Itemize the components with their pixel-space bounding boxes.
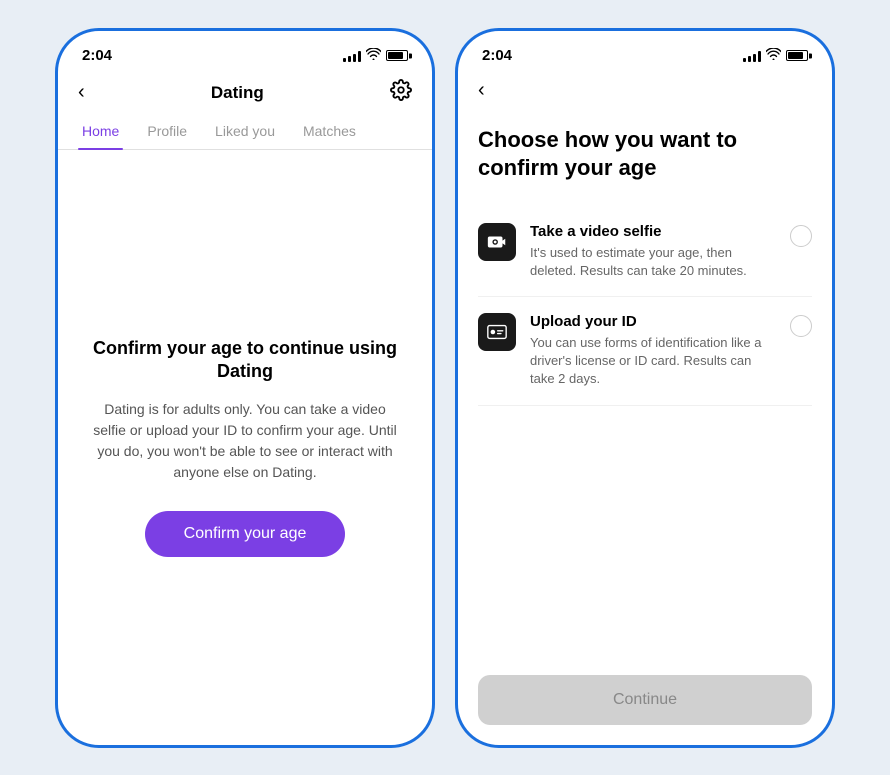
tabs-bar: Home Profile Liked you Matches	[58, 115, 432, 150]
settings-button[interactable]	[390, 79, 412, 107]
phone2-header: ‹	[458, 75, 832, 110]
upload-id-icon	[478, 313, 516, 351]
status-bar-2: 2:04	[458, 31, 832, 75]
choose-method-title: Choose how you want to confirm your age	[478, 126, 812, 183]
dating-header: ‹ Dating	[58, 75, 432, 115]
battery-icon-1	[386, 50, 408, 61]
phone-2: 2:04	[455, 28, 835, 748]
upload-id-text: Upload your ID You can use forms of iden…	[530, 313, 776, 389]
phone2-main-content: Choose how you want to confirm your age …	[458, 110, 832, 745]
phone1-main-content: Confirm your age to continue using Datin…	[58, 150, 432, 745]
status-bar-1: 2:04	[58, 31, 432, 75]
option-video-selfie[interactable]: Take a video selfie It's used to estimat…	[478, 207, 812, 297]
radio-upload-id[interactable]	[790, 315, 812, 337]
status-icons-1	[343, 48, 408, 63]
signal-icon-2	[743, 50, 761, 62]
tab-matches[interactable]: Matches	[299, 115, 360, 149]
page-title-1: Dating	[211, 83, 264, 103]
confirm-age-button[interactable]: Confirm your age	[145, 511, 345, 557]
phones-container: 2:04	[55, 28, 835, 748]
option-upload-id[interactable]: Upload your ID You can use forms of iden…	[478, 297, 812, 406]
upload-id-title: Upload your ID	[530, 313, 776, 330]
tab-profile[interactable]: Profile	[143, 115, 191, 149]
continue-button[interactable]: Continue	[478, 675, 812, 725]
tab-home[interactable]: Home	[78, 115, 123, 149]
video-selfie-text: Take a video selfie It's used to estimat…	[530, 223, 776, 280]
video-selfie-icon	[478, 223, 516, 261]
status-icons-2	[743, 48, 808, 63]
age-confirm-description: Dating is for adults only. You can take …	[88, 399, 402, 483]
age-confirm-title: Confirm your age to continue using Datin…	[88, 337, 402, 384]
upload-id-desc: You can use forms of identification like…	[530, 334, 776, 389]
video-selfie-desc: It's used to estimate your age, then del…	[530, 244, 776, 280]
status-time-1: 2:04	[82, 47, 112, 64]
wifi-icon-1	[366, 48, 381, 63]
radio-video-selfie[interactable]	[790, 225, 812, 247]
video-selfie-title: Take a video selfie	[530, 223, 776, 240]
back-button-2[interactable]: ‹	[478, 79, 485, 102]
battery-icon-2	[786, 50, 808, 61]
status-time-2: 2:04	[482, 47, 512, 64]
signal-icon-1	[343, 50, 361, 62]
back-button-1[interactable]: ‹	[78, 81, 85, 104]
wifi-icon-2	[766, 48, 781, 63]
tab-liked-you[interactable]: Liked you	[211, 115, 279, 149]
phone-1: 2:04	[55, 28, 435, 748]
